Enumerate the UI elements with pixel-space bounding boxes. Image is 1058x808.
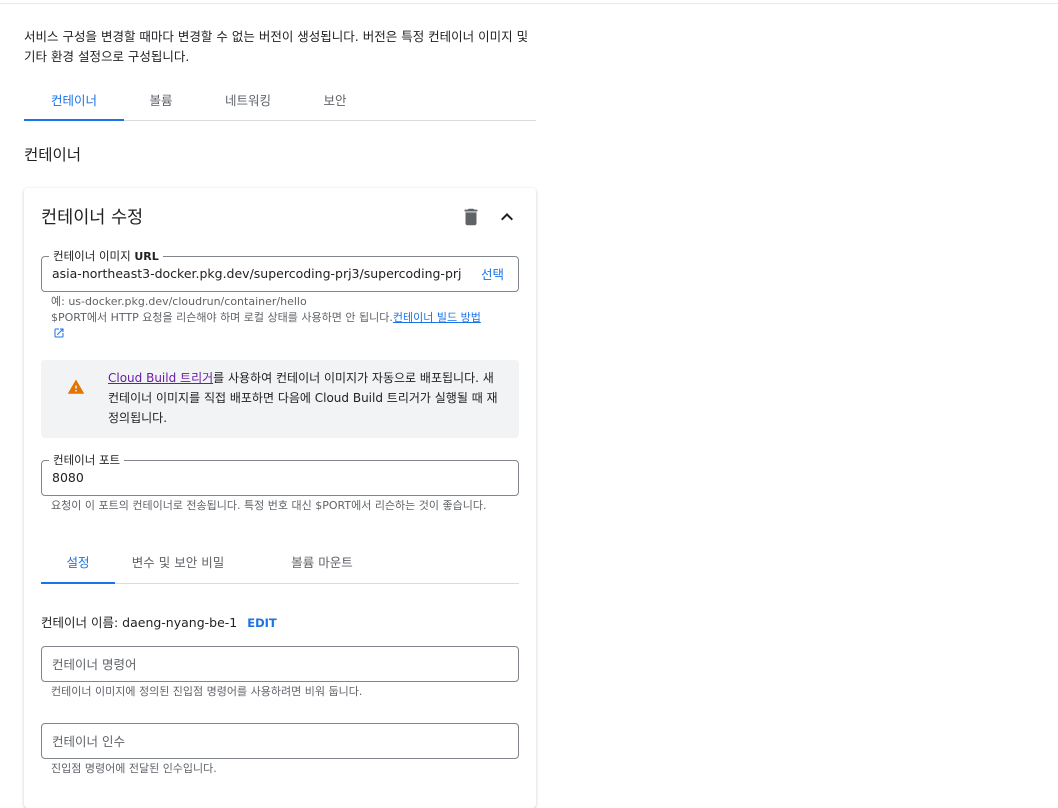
cloud-build-trigger-link[interactable]: Cloud Build 트리거 bbox=[108, 371, 213, 385]
container-command-input[interactable] bbox=[42, 647, 518, 681]
card-title: 컨테이너 수정 bbox=[41, 208, 144, 228]
container-command-hint: 컨테이너 이미지에 정의된 진입점 명령어를 사용하려면 비워 둡니다. bbox=[51, 685, 363, 698]
edit-name-button[interactable]: EDIT bbox=[247, 616, 277, 630]
image-url-hint: 예: us-docker.pkg.dev/cloudrun/container/… bbox=[51, 294, 491, 342]
port-requirement-text: $PORT에서 HTTP 요청을 리슨해야 하며 로컬 상태를 사용하면 안 됩… bbox=[51, 311, 393, 324]
container-args-input[interactable] bbox=[42, 724, 518, 758]
container-command-field[interactable] bbox=[41, 646, 519, 682]
tab-security[interactable]: 보안 bbox=[298, 84, 372, 120]
container-args-hint: 진입점 명령어에 전달된 인수입니다. bbox=[51, 762, 217, 775]
tab-container[interactable]: 컨테이너 bbox=[24, 84, 124, 121]
main-tabs: 컨테이너 볼륨 네트워킹 보안 bbox=[24, 84, 536, 121]
top-divider bbox=[0, 3, 1058, 4]
image-url-field[interactable]: 컨테이너 이미지 URL asia-northeast3-docker.pkg.… bbox=[41, 249, 519, 292]
container-port-value[interactable]: 8080 bbox=[52, 470, 84, 486]
container-port-label: 컨테이너 포트 bbox=[49, 453, 125, 467]
container-port-field[interactable]: 컨테이너 포트 8080 bbox=[41, 453, 519, 496]
image-url-example: 예: us-docker.pkg.dev/cloudrun/container/… bbox=[51, 295, 307, 308]
chevron-up-icon[interactable] bbox=[495, 205, 519, 229]
trash-icon[interactable] bbox=[460, 206, 482, 228]
tab-networking[interactable]: 네트워킹 bbox=[198, 84, 298, 120]
section-title: 컨테이너 bbox=[24, 146, 82, 164]
container-args-field[interactable] bbox=[41, 723, 519, 759]
cloud-build-warning: Cloud Build 트리거를 사용하여 컨테이너 이미지가 자동으로 배포됩… bbox=[41, 360, 519, 438]
subtab-settings[interactable]: 설정 bbox=[41, 548, 115, 584]
container-subtabs: 설정 변수 및 보안 비밀 볼륨 마운트 bbox=[41, 548, 519, 584]
warning-text: Cloud Build 트리거를 사용하여 컨테이너 이미지가 자동으로 배포됩… bbox=[108, 371, 498, 425]
container-name-row: 컨테이너 이름: daeng-nyang-be-1 EDIT bbox=[41, 612, 277, 631]
intro-text: 서비스 구성을 변경할 때마다 변경할 수 없는 버전이 생성됩니다. 버전은 … bbox=[24, 29, 529, 64]
subtab-volume-mounts[interactable]: 볼륨 마운트 bbox=[241, 548, 403, 583]
container-port-hint: 요청이 이 포트의 컨테이너로 전송됩니다. 특정 번호 대신 $PORT에서 … bbox=[51, 499, 487, 512]
container-name-label: 컨테이너 이름: daeng-nyang-be-1 bbox=[41, 615, 238, 630]
select-image-button[interactable]: 선택 bbox=[481, 264, 504, 283]
tab-volumes[interactable]: 볼륨 bbox=[124, 84, 198, 120]
subtab-variables-secrets[interactable]: 변수 및 보안 비밀 bbox=[115, 548, 241, 583]
container-edit-card: 컨테이너 수정 컨테이너 이미지 URL asia-northeast3-doc… bbox=[24, 188, 536, 808]
image-url-value[interactable]: asia-northeast3-docker.pkg.dev/supercodi… bbox=[52, 266, 462, 282]
warning-triangle-icon bbox=[67, 379, 85, 394]
external-link-icon[interactable] bbox=[53, 327, 65, 339]
container-build-link[interactable]: 컨테이너 빌드 방법 bbox=[393, 311, 481, 324]
image-url-label: 컨테이너 이미지 URL bbox=[49, 249, 163, 264]
